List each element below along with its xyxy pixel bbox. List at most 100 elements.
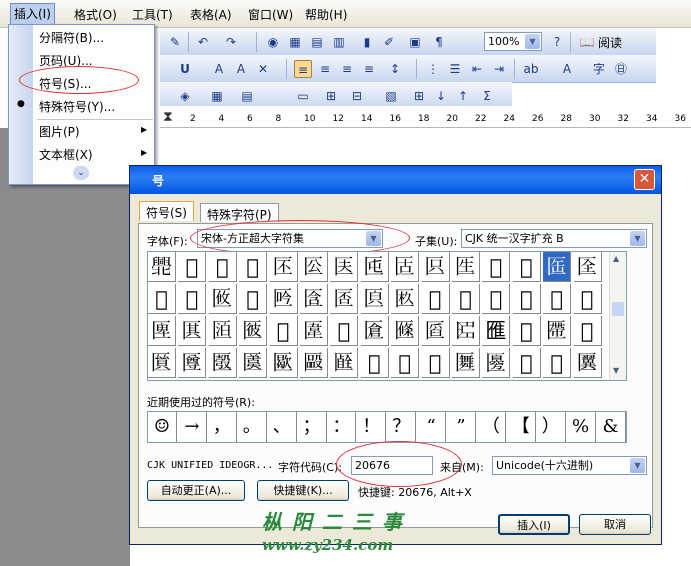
symbol-cell[interactable]: 𠤽 [239, 284, 268, 314]
symbol-cell[interactable]: 𠥑 [391, 316, 420, 346]
document-map-icon[interactable]: ▣ [406, 33, 424, 51]
symbol-cell[interactable]: 𠥄 [452, 284, 480, 314]
symbol-cell[interactable]: 𠤺 [148, 284, 176, 314]
recent-symbol[interactable]: & [597, 412, 626, 442]
redo-icon[interactable]: ↷ [222, 33, 240, 51]
recent-symbol[interactable]: ； [298, 412, 327, 442]
recent-symbol[interactable]: ， [208, 412, 237, 442]
symbol-cell[interactable]: 𠥦 [573, 348, 602, 378]
symbol-cell[interactable]: 𠤹 [573, 252, 602, 282]
line-spacing-icon[interactable]: ↕ [386, 60, 404, 78]
symbol-cell[interactable]: 𠥃 [421, 284, 450, 314]
recent-symbol[interactable]: “ [417, 412, 447, 442]
tab-symbols[interactable]: 符号(S) [139, 201, 194, 221]
symbol-cell[interactable]: 𠤫 [148, 252, 176, 282]
menu-item-special-symbols[interactable]: 特殊符号(Y)... [39, 98, 115, 115]
recent-symbol[interactable]: ： [327, 412, 357, 442]
symbol-cell[interactable]: 𠤱 [330, 252, 359, 282]
undo-icon[interactable]: ↶ [194, 33, 212, 51]
split-cells-icon[interactable]: ⊞ [322, 87, 340, 105]
symbol-cell[interactable]: 𠥠 [391, 348, 420, 378]
recent-symbol[interactable]: （ [477, 412, 506, 442]
symbol-cell[interactable]: 𠥡 [421, 348, 450, 378]
shortcut-key-button[interactable]: 快捷键(K)... [257, 480, 349, 501]
bullets-icon[interactable]: ☰ [446, 60, 464, 78]
recent-symbols-list[interactable]: ☺ →，。、；：！？ “” （【）% & [147, 411, 627, 443]
char-border-icon[interactable]: A [210, 60, 228, 78]
insert-button[interactable]: 插入(I) [498, 514, 570, 535]
recent-symbol[interactable]: ☺ [148, 412, 177, 442]
align-cell-icon[interactable]: ⊟ [348, 87, 366, 105]
recent-symbol[interactable]: 、 [268, 412, 297, 442]
symbol-cell[interactable]: 𠤰 [300, 252, 328, 282]
symbol-cell[interactable]: 𠤵 [452, 252, 480, 282]
highlight-icon[interactable]: ab [522, 60, 540, 78]
shading-color-icon[interactable]: ◈ [176, 87, 194, 105]
symbol-cell[interactable]: 𠤭 [208, 252, 237, 282]
justify-icon[interactable]: ≡ [360, 60, 378, 78]
font-color-icon[interactable]: A [558, 60, 576, 78]
decrease-indent-icon[interactable]: ⇤ [468, 60, 486, 78]
symbol-cell[interactable]: 𠥁 [360, 284, 389, 314]
symbol-cell[interactable]: 𠥐 [360, 316, 389, 346]
help-icon[interactable]: ? [548, 33, 566, 51]
char-shading-icon[interactable]: A [232, 60, 250, 78]
recent-symbol[interactable]: → [178, 412, 207, 442]
symbol-cell[interactable]: 𠤲 [360, 252, 389, 282]
symbol-cell[interactable]: 𠥎 [300, 316, 328, 346]
sort-ascending-icon[interactable]: ↓ [432, 87, 450, 105]
scroll-thumb[interactable] [612, 302, 624, 316]
phonetic-guide-icon[interactable]: 字 [590, 60, 608, 78]
autosum-icon[interactable]: Σ [478, 87, 496, 105]
symbol-cell[interactable]: 𠥚 [208, 348, 237, 378]
show-hide-icon[interactable]: ¶ [430, 33, 448, 51]
from-select[interactable]: Unicode(十六进制) ▼ [492, 456, 647, 475]
cancel-button[interactable]: 取消 [579, 514, 651, 535]
columns-icon[interactable]: ▮ [358, 33, 376, 51]
symbol-cell[interactable]: 𠥝 [300, 348, 328, 378]
close-icon[interactable]: ✕ [634, 169, 655, 190]
menu-help[interactable]: 帮助(H) [305, 6, 347, 23]
symbol-cell[interactable]: 𠥋 [208, 316, 237, 346]
indent-marker-icon[interactable]: ⧗ [163, 109, 173, 125]
recent-symbol[interactable]: ？ [387, 412, 417, 442]
symbol-cell[interactable]: 𠥞 [330, 348, 359, 378]
recent-symbol[interactable]: ！ [357, 412, 387, 442]
menu-table[interactable]: 表格(A) [190, 6, 232, 23]
symbol-cell[interactable]: 𠥛 [239, 348, 268, 378]
recent-symbol[interactable]: ） [537, 412, 566, 442]
symbol-cell[interactable]: 𠥘 [148, 348, 176, 378]
symbol-cell[interactable]: 𠤳 [391, 252, 420, 282]
symbol-cell[interactable]: 𠥏 [330, 316, 359, 346]
symbol-cell[interactable]: 𠥜 [269, 348, 298, 378]
menu-item-textbox[interactable]: 文本框(X) [39, 146, 93, 163]
symbol-cell[interactable]: 𠤯 [269, 252, 298, 282]
symbol-cell[interactable]: 𠥙 [178, 348, 207, 378]
symbol-cell[interactable]: 𠥅 [482, 284, 511, 314]
scroll-down-icon[interactable]: ▼ [613, 366, 619, 375]
symbol-cell[interactable]: 𠥇 [543, 284, 572, 314]
symbol-cell[interactable]: 𠥆 [512, 284, 541, 314]
align-right-icon[interactable]: ≡ [338, 60, 356, 78]
insert-rows-icon[interactable]: ▤ [238, 87, 256, 105]
symbol-cell[interactable]: 𠥖 [543, 316, 572, 346]
menu-window[interactable]: 窗口(W) [248, 6, 293, 23]
expand-menu-icon[interactable]: ⌄ [73, 166, 89, 180]
increase-indent-icon[interactable]: ⇥ [490, 60, 508, 78]
hyperlink-icon[interactable]: ◉ [264, 33, 282, 51]
align-left-icon[interactable]: ≡ [294, 60, 312, 78]
recent-symbol[interactable]: % [567, 412, 596, 442]
symbol-cell[interactable]: 𠤻 [178, 284, 207, 314]
symbol-cell[interactable]: 𠥕 [512, 316, 541, 346]
symbol-cell[interactable]: 𠥀 [330, 284, 359, 314]
symbol-cell[interactable]: 𠥒 [421, 316, 450, 346]
merge-cells-icon[interactable]: ▭ [294, 87, 312, 105]
symbol-cell[interactable]: 𠥌 [239, 316, 268, 346]
underline-icon[interactable]: U [176, 60, 194, 78]
symbol-cell[interactable]: 𠥓 [452, 316, 480, 346]
menu-item-break[interactable]: 分隔符(B)... [39, 29, 104, 46]
align-center-icon[interactable]: ≡ [316, 60, 334, 78]
symbol-cell[interactable]: 𠥣 [482, 348, 511, 378]
insert-excel-icon[interactable]: ▥ [330, 33, 348, 51]
symbol-grid[interactable]: ▲ ▼ 𠤫𠤬𠤭𠤮𠤯𠤰𠤱𠤲𠤳𠤴𠤵𠤶𠤷𠤸𠤹 𠤺𠤻𠤼𠤽𠤾𠤿𠥀𠥁𠥂𠥃𠥄𠥅𠥆𠥇𠥈 𠥉𠥊𠥋𠥌𠥍𠥎… [147, 251, 627, 381]
